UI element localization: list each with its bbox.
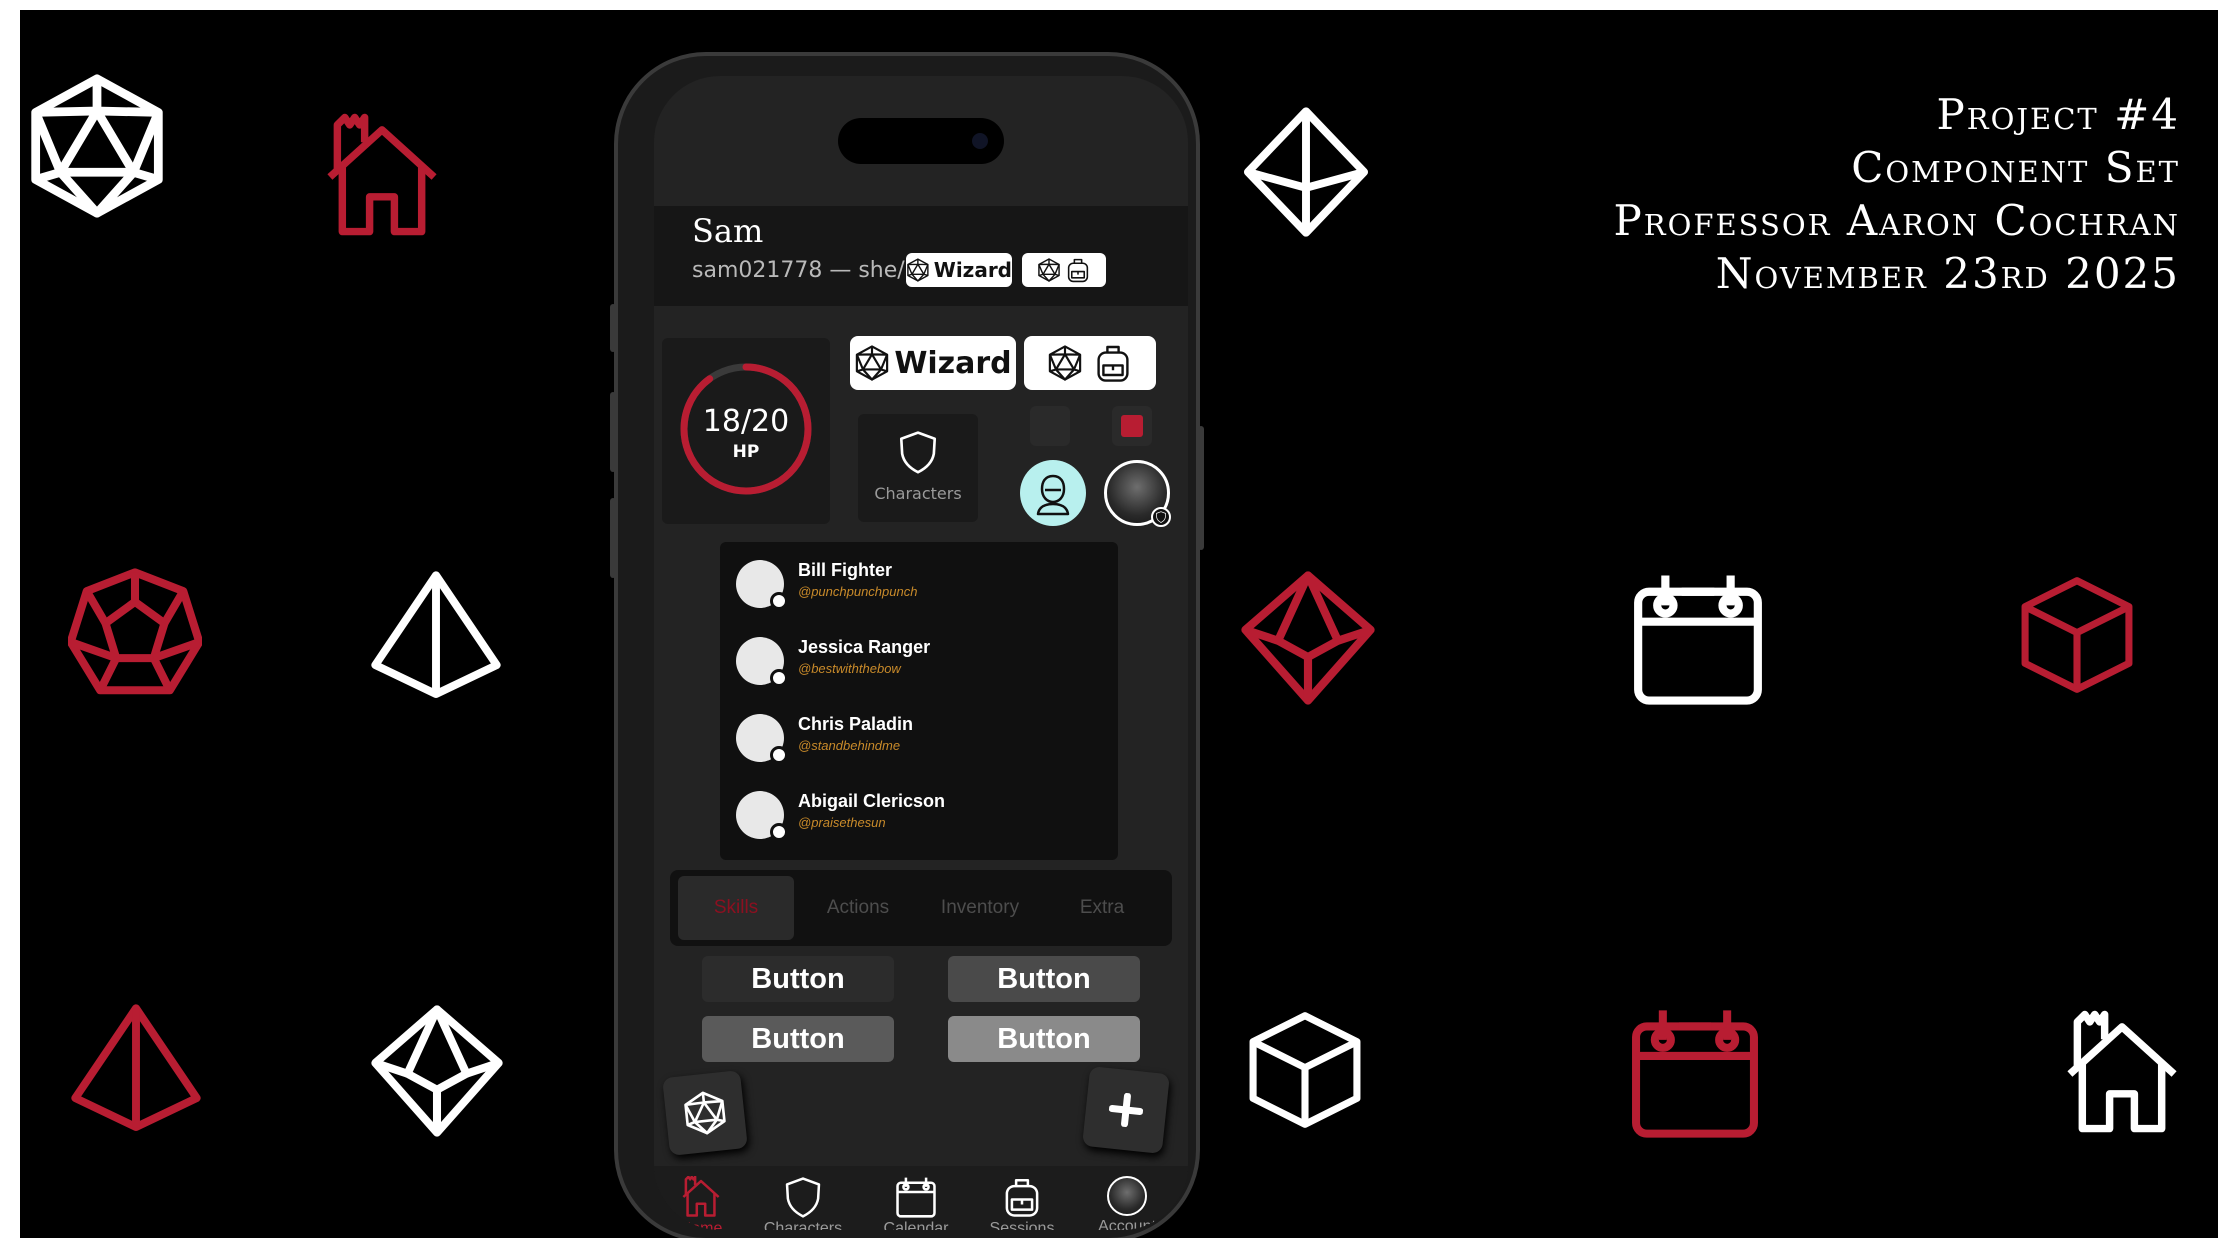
d20-icon (24, 64, 170, 228)
phone-mockup: Sam sam021778 — she/her Wizard 18/20 HP (610, 52, 1204, 1238)
nav-account[interactable]: Account (1082, 1176, 1172, 1230)
checkbox-unchecked[interactable] (1030, 406, 1070, 446)
nav-characters[interactable]: Characters (758, 1176, 848, 1230)
d10-icon (370, 1004, 504, 1138)
project-date: November 23rd 2025 (1715, 249, 2180, 298)
checkbox-checked[interactable] (1112, 406, 1152, 446)
button-pressed[interactable]: Button (702, 1016, 894, 1062)
backpack-icon (1001, 1176, 1043, 1218)
user-meta: sam021778 — she/her (692, 258, 942, 283)
bottom-nav: Home Characters Calendar Sessions Accoun… (654, 1166, 1188, 1230)
nav-label: Home (679, 1220, 723, 1230)
party-list: Bill Fighter @punchpunchpunch Jessica Ra… (720, 542, 1118, 860)
house-icon (680, 1176, 722, 1218)
button-active[interactable]: Button (948, 1016, 1140, 1062)
dice-backpack-badge[interactable] (1022, 253, 1106, 287)
member-handle: @standbehindme (798, 738, 901, 753)
status-dot (770, 669, 788, 687)
d20-icon (1037, 258, 1061, 282)
d12-icon (68, 566, 202, 702)
class-button-label: Wizard (894, 345, 1012, 381)
d20-icon (1047, 345, 1083, 381)
d20-icon (681, 1089, 729, 1137)
tab-extra[interactable]: Extra (1044, 876, 1160, 940)
project-title-block: Project #4 Component Set Professor Aaron… (1614, 88, 2181, 300)
list-item[interactable]: Bill Fighter @punchpunchpunch (736, 552, 1096, 612)
backpack-icon (1065, 257, 1091, 283)
class-badge-label: Wizard (933, 258, 1012, 282)
class-badge[interactable]: Wizard (906, 253, 1012, 287)
tab-skills[interactable]: Skills (678, 876, 794, 940)
professor-name: Professor Aaron Cochran (1613, 196, 2180, 245)
member-handle: @bestwiththebow (798, 661, 901, 676)
phone-side-button (1198, 426, 1204, 550)
house-icon (2060, 1002, 2184, 1146)
shield-icon (782, 1176, 824, 1218)
dice-backpack-button[interactable] (1024, 336, 1156, 390)
class-button[interactable]: Wizard (850, 336, 1016, 390)
member-handle: @praisethesun (798, 815, 886, 830)
d6-icon (1246, 1004, 1364, 1136)
hp-label: HP (732, 442, 760, 462)
list-item[interactable]: Abigail Clericson @praisethesun (736, 783, 1096, 843)
d4-icon (370, 570, 502, 702)
list-item[interactable]: Jessica Ranger @bestwiththebow (736, 629, 1096, 689)
calendar-icon (1628, 1002, 1762, 1142)
member-name: Bill Fighter (798, 560, 892, 580)
nav-label: Account (1098, 1218, 1156, 1230)
d8-icon (1240, 106, 1372, 238)
nav-label: Calendar (883, 1220, 949, 1230)
presentation-canvas: Project #4 Component Set Professor Aaron… (20, 10, 2218, 1238)
d4-icon (70, 1002, 202, 1136)
d10-icon (1240, 570, 1376, 706)
phone-side-button (610, 304, 616, 352)
nav-label: Characters (763, 1220, 843, 1230)
avatar-photo[interactable] (1104, 460, 1171, 527)
calendar-icon (1630, 568, 1766, 708)
status-dot (770, 823, 788, 841)
characters-card-label: Characters (874, 484, 962, 503)
add-button[interactable] (1082, 1066, 1170, 1154)
nav-home[interactable]: Home (656, 1176, 746, 1230)
shield-icon (896, 430, 940, 474)
status-dot (770, 592, 788, 610)
person-icon (1028, 468, 1078, 518)
list-item[interactable]: Chris Paladin @standbehindme (736, 706, 1096, 766)
tab-bar: Skills Actions Inventory Extra (670, 870, 1172, 946)
nav-label: Sessions (989, 1220, 1055, 1230)
plus-icon (1108, 1092, 1144, 1128)
tab-inventory[interactable]: Inventory (922, 876, 1038, 940)
avatar (1107, 1176, 1147, 1216)
d6-icon (2018, 570, 2136, 700)
d20-icon (854, 345, 890, 381)
member-name: Chris Paladin (798, 714, 914, 734)
shield-icon (1155, 511, 1167, 523)
status-dot (770, 746, 788, 764)
dynamic-island (838, 118, 1004, 164)
d20-icon (906, 258, 930, 282)
member-name: Abigail Clericson (798, 791, 946, 811)
member-handle: @punchpunchpunch (798, 584, 918, 599)
calendar-icon (895, 1176, 937, 1218)
project-subtitle: Component Set (1851, 143, 2180, 192)
roll-dice-button[interactable] (662, 1070, 748, 1156)
avatar-placeholder[interactable] (1020, 460, 1086, 526)
tab-actions[interactable]: Actions (800, 876, 916, 940)
camera-icon (972, 133, 988, 149)
house-icon (320, 106, 444, 248)
hp-value: 18/20 (702, 404, 790, 439)
nav-sessions[interactable]: Sessions (977, 1176, 1067, 1230)
user-name: Sam (692, 212, 764, 250)
member-name: Jessica Ranger (798, 637, 931, 657)
button-default[interactable]: Button (702, 956, 894, 1002)
project-number: Project #4 (1936, 90, 2180, 139)
characters-card[interactable]: Characters (858, 414, 978, 522)
backpack-icon (1093, 343, 1133, 383)
nav-calendar[interactable]: Calendar (871, 1176, 961, 1230)
phone-side-button (610, 498, 616, 578)
hp-card: 18/20 HP (662, 338, 830, 524)
phone-screen: Sam sam021778 — she/her Wizard 18/20 HP (654, 76, 1188, 1230)
button-hover[interactable]: Button (948, 956, 1140, 1002)
phone-side-button (610, 392, 616, 472)
